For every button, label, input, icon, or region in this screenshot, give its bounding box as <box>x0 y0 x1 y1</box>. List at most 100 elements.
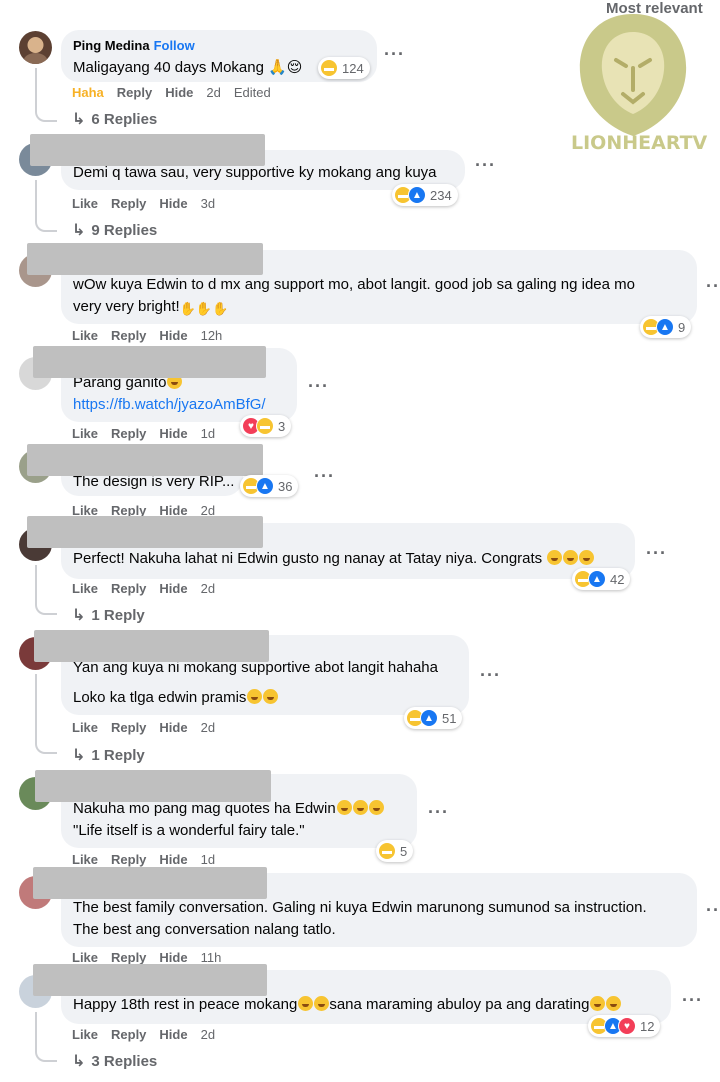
like-button[interactable]: Like <box>72 196 98 211</box>
timestamp[interactable]: 1d <box>201 852 215 867</box>
hide-button[interactable]: Hide <box>159 852 187 867</box>
more-options-icon[interactable]: ··· <box>475 155 496 176</box>
avatar[interactable] <box>19 31 52 64</box>
haha-reaction-icon: ▬ <box>320 59 338 77</box>
like-button[interactable]: Like <box>72 1027 98 1042</box>
more-options-icon[interactable]: ··· <box>706 276 720 297</box>
hide-button[interactable]: Hide <box>159 950 187 965</box>
comment-actions: Like Reply Hide 1d <box>72 426 215 441</box>
like-reaction-icon: ▲ <box>656 318 674 336</box>
redacted-name <box>27 243 263 275</box>
hide-button[interactable]: Hide <box>159 426 187 441</box>
redacted-name <box>33 867 267 899</box>
reaction-summary[interactable]: ▬ ▲ ♥ 12 <box>588 1015 661 1037</box>
more-options-icon[interactable]: ··· <box>706 900 720 921</box>
reply-button[interactable]: Reply <box>111 196 146 211</box>
like-button[interactable]: Like <box>72 426 98 441</box>
like-reaction-icon: ▲ <box>420 709 438 727</box>
watch-link[interactable]: https://fb.watch/jyazoAmBfG/ <box>73 394 285 416</box>
reaction-summary[interactable]: ♥ ▬ 3 <box>240 415 292 437</box>
timestamp[interactable]: 2d <box>201 1027 215 1042</box>
rofl-emoji-icon <box>590 996 606 1011</box>
more-options-icon[interactable]: ··· <box>480 665 501 686</box>
hide-button[interactable]: Hide <box>159 196 187 211</box>
thread-line <box>35 180 37 222</box>
comment-actions: Like Reply Hide 2d <box>72 581 215 596</box>
comment-actions: Haha Reply Hide 2d Edited <box>72 85 271 100</box>
reaction-summary[interactable]: ▬ ▲ 9 <box>640 316 692 338</box>
reaction-summary[interactable]: ▬ ▲ 42 <box>572 568 631 590</box>
like-button[interactable]: Like <box>72 581 98 596</box>
reply-button[interactable]: Reply <box>111 581 146 596</box>
grinning-emoji-icon <box>247 689 263 704</box>
reaction-summary[interactable]: ▬ ▲ 234 <box>392 184 458 206</box>
reaction-summary[interactable]: ▬ ▲ 36 <box>240 475 299 497</box>
timestamp[interactable]: 2d <box>201 720 215 735</box>
like-button[interactable]: Like <box>72 852 98 867</box>
reply-button[interactable]: Reply <box>111 950 146 965</box>
reaction-summary[interactable]: ▬ 5 <box>376 840 414 862</box>
thread-curve <box>35 1050 57 1062</box>
more-options-icon[interactable]: ··· <box>314 466 335 487</box>
grinning-emoji-icon <box>563 550 579 565</box>
thread-line <box>35 674 37 744</box>
comment-quote: "Life itself is a wonderful fairy tale." <box>73 822 305 839</box>
comment-actions: Like Reply Hide 12h <box>72 328 222 343</box>
redacted-name <box>35 770 271 802</box>
haha-reaction-icon: ▬ <box>256 417 274 435</box>
comment-actions: Like Reply Hide 1d <box>72 852 215 867</box>
more-options-icon[interactable]: ··· <box>308 376 329 397</box>
reaction-summary[interactable]: ▬ 124 <box>318 57 370 79</box>
react-button[interactable]: Haha <box>72 85 104 100</box>
timestamp[interactable]: 1d <box>201 426 215 441</box>
more-options-icon[interactable]: ··· <box>384 44 405 65</box>
hide-button[interactable]: Hide <box>159 1027 187 1042</box>
view-replies-button[interactable]: ↳ 9 Replies <box>72 220 157 240</box>
view-replies-button[interactable]: ↳ 1 Reply <box>72 605 145 625</box>
reaction-summary[interactable]: ▬ ▲ 51 <box>404 707 463 729</box>
timestamp[interactable]: 11h <box>201 950 222 965</box>
timestamp[interactable]: 3d <box>201 196 215 211</box>
timestamp[interactable]: 2d <box>201 581 215 596</box>
more-options-icon[interactable]: ··· <box>428 802 449 823</box>
hide-button[interactable]: Hide <box>159 720 187 735</box>
follow-link[interactable]: Follow <box>154 38 195 53</box>
comment-text: Happy 18th rest in peace mokang sana mara… <box>73 994 659 1016</box>
reply-button[interactable]: Reply <box>111 426 146 441</box>
reply-arrow-icon: ↳ <box>72 111 86 128</box>
grinning-emoji-icon <box>263 689 279 704</box>
redacted-name <box>33 346 266 378</box>
reply-button[interactable]: Reply <box>111 1027 146 1042</box>
comment-text-line2: The best ang conversation nalang tatlo. <box>73 921 336 938</box>
comment-actions: Like Reply Hide 11h <box>72 950 221 965</box>
reply-button[interactable]: Reply <box>117 85 152 100</box>
hide-button[interactable]: Hide <box>159 328 187 343</box>
thread-curve <box>35 110 57 122</box>
like-button[interactable]: Like <box>72 720 98 735</box>
reply-button[interactable]: Reply <box>111 720 146 735</box>
view-replies-button[interactable]: ↳ 1 Reply <box>72 745 145 765</box>
redacted-name <box>27 444 263 476</box>
like-button[interactable]: Like <box>72 950 98 965</box>
timestamp[interactable]: 12h <box>201 328 223 343</box>
grinning-emoji-icon <box>368 800 384 815</box>
reply-button[interactable]: Reply <box>111 328 146 343</box>
love-reaction-icon: ♥ <box>618 1017 636 1035</box>
clapping-hands-icon: ✋✋✋ <box>179 301 229 316</box>
view-replies-button[interactable]: ↳ 6 Replies <box>72 109 157 129</box>
thread-curve <box>35 742 57 754</box>
more-options-icon[interactable]: ··· <box>646 543 667 564</box>
thread-line <box>35 68 37 112</box>
like-button[interactable]: Like <box>72 328 98 343</box>
reply-arrow-icon: ↳ <box>72 1053 86 1070</box>
view-replies-button[interactable]: ↳ 3 Replies <box>72 1051 157 1071</box>
redacted-name <box>27 516 263 548</box>
author-name[interactable]: Ping Medina <box>73 38 150 53</box>
reply-button[interactable]: Reply <box>111 852 146 867</box>
hide-button[interactable]: Hide <box>165 85 193 100</box>
more-options-icon[interactable]: ··· <box>682 990 703 1011</box>
hide-button[interactable]: Hide <box>159 581 187 596</box>
grinning-emoji-icon <box>352 800 368 815</box>
timestamp[interactable]: 2d <box>206 85 220 100</box>
redacted-name <box>30 134 265 166</box>
